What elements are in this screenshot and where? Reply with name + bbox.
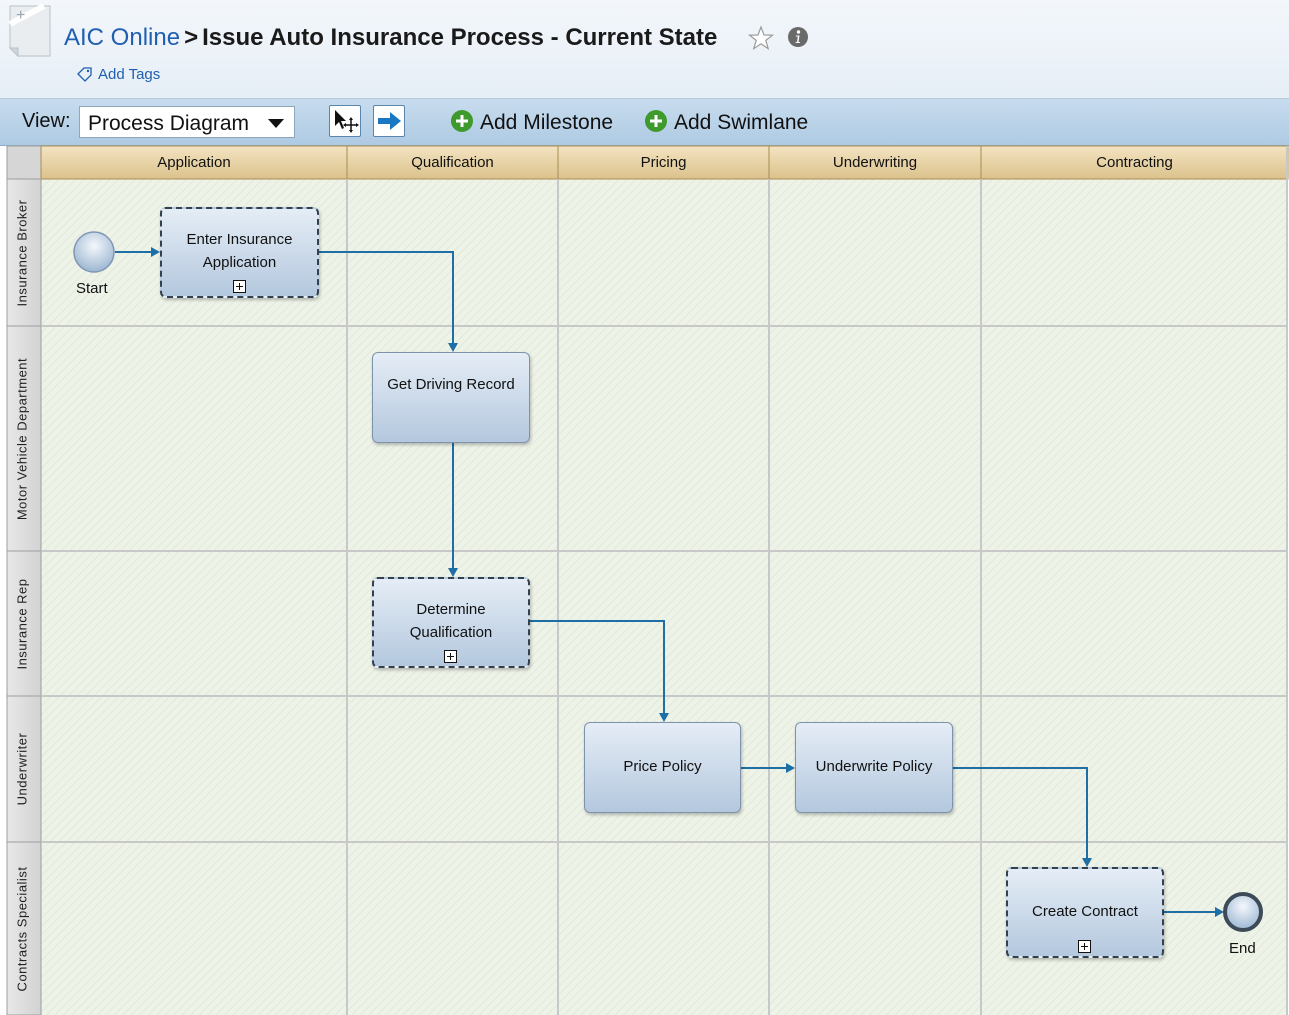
- milestone-pricing[interactable]: [557, 145, 770, 180]
- corner-cell: [6, 145, 42, 180]
- milestone-contracting[interactable]: [980, 145, 1289, 180]
- swimlane-insurance-rep[interactable]: [6, 550, 42, 697]
- expand-subprocess-icon[interactable]: [232, 280, 246, 293]
- task-enter-insurance-application[interactable]: Enter Insurance Application: [160, 207, 319, 298]
- task-price-policy[interactable]: Price Policy: [584, 722, 741, 813]
- swimlane-contracts-specialist[interactable]: [6, 841, 42, 1015]
- expand-subprocess-icon[interactable]: [444, 650, 457, 663]
- task-label: Underwrite Policy: [815, 758, 933, 775]
- expand-subprocess-icon[interactable]: [1078, 940, 1091, 953]
- task-create-contract[interactable]: Create Contract: [1006, 867, 1164, 958]
- swimlane-underwriter[interactable]: [6, 695, 42, 843]
- swimlane-motor-vehicle-department[interactable]: [6, 325, 42, 552]
- task-label: Enter Insurance Application: [186, 231, 293, 271]
- task-label: Determine Qualification: [409, 601, 493, 641]
- task-label: Price Policy: [623, 758, 702, 775]
- start-event[interactable]: [73, 231, 115, 273]
- milestone-header-row: [40, 145, 1289, 180]
- task-get-driving-record[interactable]: Get Driving Record: [372, 352, 530, 443]
- task-underwrite-policy[interactable]: Underwrite Policy: [795, 722, 953, 813]
- task-determine-qualification[interactable]: Determine Qualification: [372, 577, 530, 668]
- task-label: Create Contract: [1032, 903, 1138, 920]
- milestone-application[interactable]: [40, 145, 348, 180]
- process-diagram-canvas: [6, 145, 1289, 1015]
- task-label: Get Driving Record: [387, 376, 515, 393]
- swimlane-insurance-broker[interactable]: [6, 178, 42, 327]
- milestone-qualification[interactable]: [346, 145, 559, 180]
- end-event[interactable]: [1223, 892, 1263, 932]
- milestone-underwriting[interactable]: [768, 145, 982, 180]
- start-event-label: Start: [76, 280, 108, 297]
- swimlane-header-column: [6, 178, 42, 1015]
- end-event-label: End: [1229, 940, 1256, 957]
